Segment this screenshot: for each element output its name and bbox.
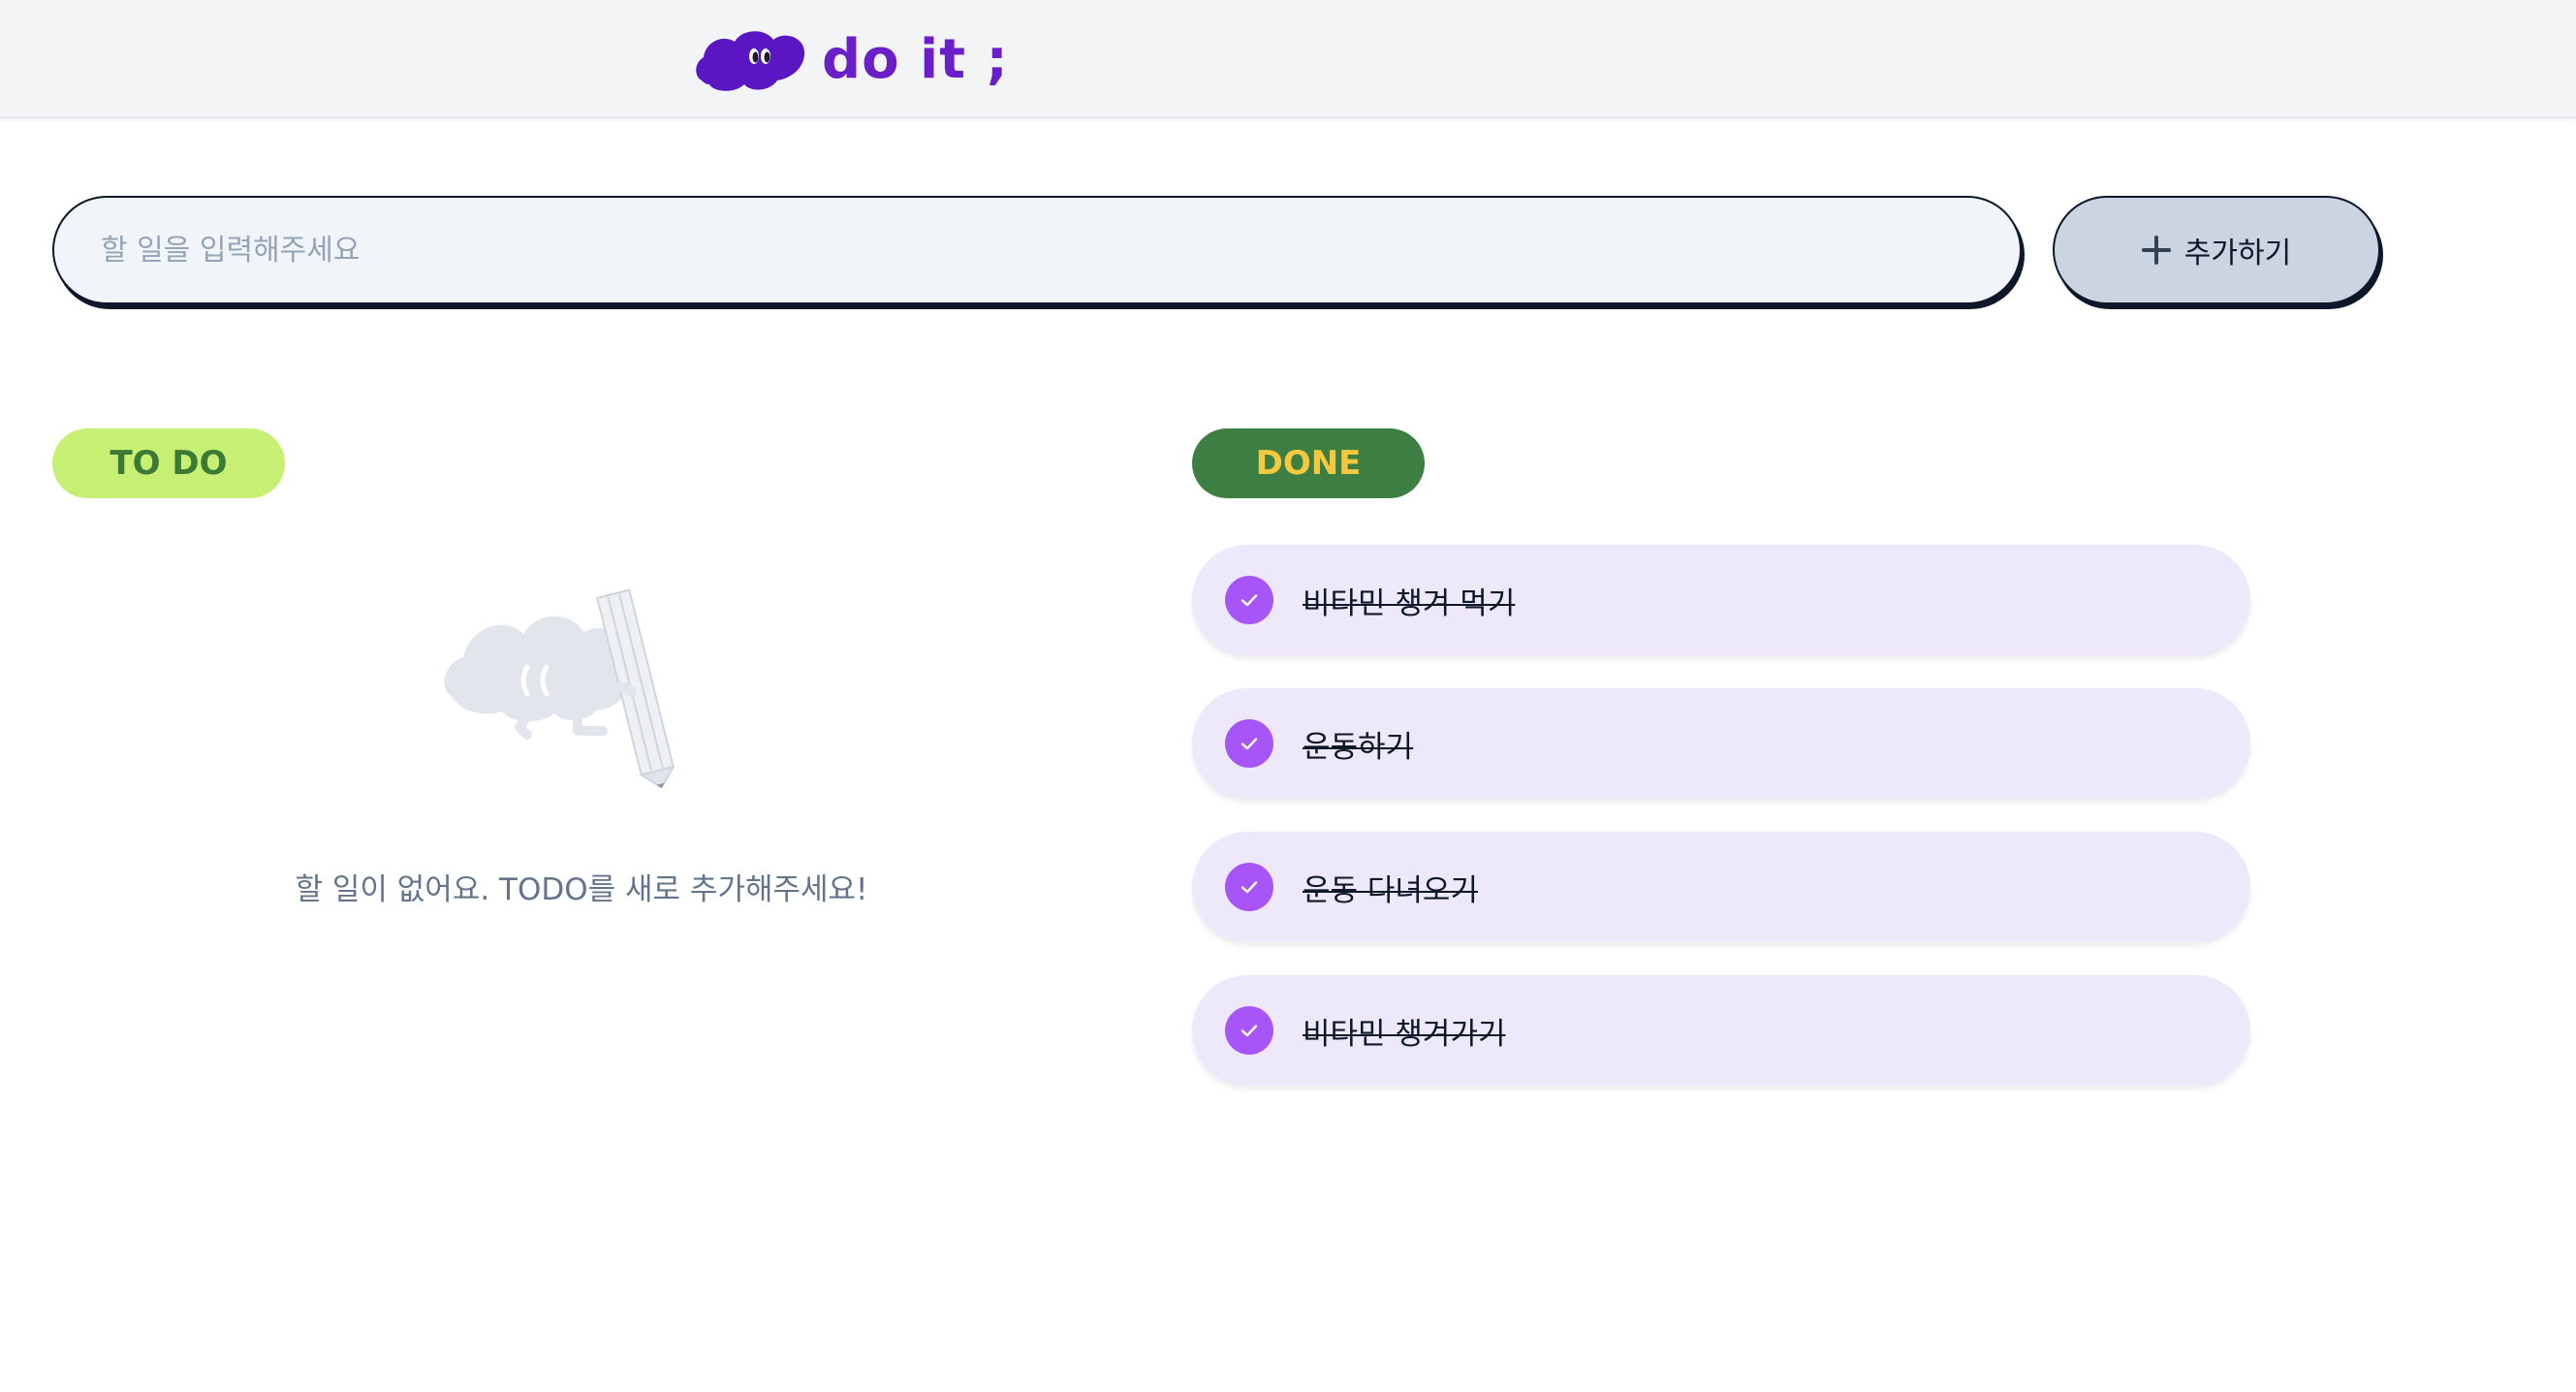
add-button[interactable]: 추가하기 [2053, 196, 2380, 304]
checkbox-checked-icon[interactable] [1225, 719, 1273, 768]
done-item[interactable]: 운동 다녀오기 [1192, 832, 2250, 942]
todo-badge: TO DO [52, 428, 285, 498]
done-item[interactable]: 비타민 챙겨가기 [1192, 975, 2250, 1086]
header: do it ; [0, 0, 2576, 118]
empty-cloud-pencil-icon [444, 588, 675, 790]
empty-message: 할 일이 없어요. TODO를 새로 추가해주세요! [295, 872, 868, 907]
done-item[interactable]: 운동하기 [1192, 688, 2250, 799]
done-list: 비타민 챙겨 먹기 운동하기 운동 다녀오기 비타민 챙겨가기 [1192, 545, 2250, 1119]
logo-text: do it ; [822, 27, 1009, 91]
checkbox-checked-icon[interactable] [1225, 1006, 1273, 1055]
done-item-label: 운동 다녀오기 [1303, 872, 1478, 908]
add-button-label: 추가하기 [2183, 237, 2292, 270]
logo-cloud-icon [696, 31, 805, 91]
done-item-label: 비타민 챙겨 먹기 [1303, 585, 1516, 621]
plus-icon [2141, 236, 2171, 265]
done-badge: DONE [1192, 428, 1425, 498]
checkbox-checked-icon[interactable] [1225, 576, 1273, 624]
todo-input[interactable] [52, 196, 2022, 304]
logo[interactable]: do it ; [692, 17, 1009, 101]
done-item-label: 비타민 챙겨가기 [1303, 1016, 1506, 1052]
done-item-label: 운동하기 [1303, 729, 1414, 765]
done-item[interactable]: 비타민 챙겨 먹기 [1192, 545, 2250, 655]
checkbox-checked-icon[interactable] [1225, 863, 1273, 911]
add-todo-form: 추가하기 [52, 196, 2380, 304]
